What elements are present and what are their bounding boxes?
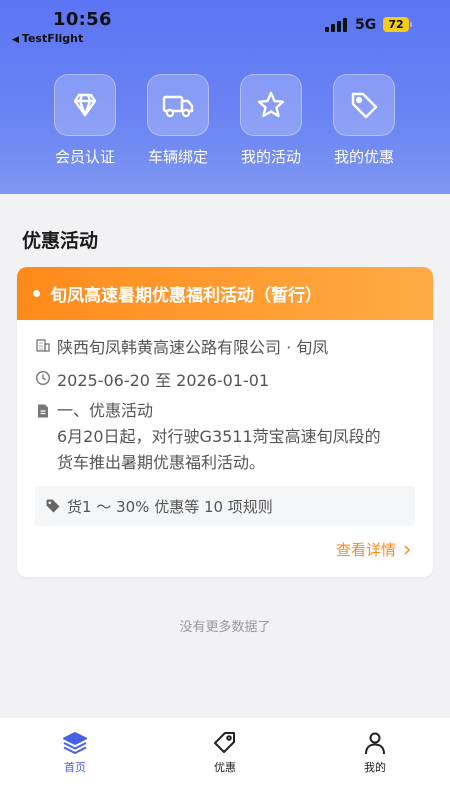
quick-action-membership[interactable]: 会员认证	[40, 74, 130, 167]
building-icon	[36, 339, 50, 352]
tab-label: 首页	[64, 761, 86, 774]
description-line: 一、优惠活动	[57, 401, 154, 420]
no-more-data: 没有更多数据了	[179, 620, 271, 635]
description-line: 货车推出暑期优惠福利活动。	[57, 453, 266, 472]
promotion-title: 旬凤高速暑期优惠福利活动（暂行）	[50, 286, 322, 306]
back-arrow-icon: ◀	[12, 35, 19, 45]
rules-summary: 货1 ～ 30% 优惠等 10 项规则	[35, 486, 415, 526]
quick-action-label: 车辆绑定	[147, 148, 208, 166]
tag-icon	[175, 730, 275, 756]
tab-label: 我的	[364, 761, 386, 774]
description-row: 一、优惠活动 6月20日起，对行驶G3511菏宝高速旬凤段的 货车推出暑期优惠福…	[35, 398, 381, 476]
section-title: 优惠活动	[22, 230, 99, 252]
date-range: 2025-06-20 至 2026-01-01	[57, 371, 270, 390]
company-row: 陕西旬凤韩黄高速公路有限公司 · 旬凤	[35, 334, 328, 358]
view-details-label: 查看详情	[335, 541, 396, 559]
person-icon	[325, 730, 425, 756]
truck-icon	[147, 74, 209, 136]
tag-icon	[333, 74, 395, 136]
tag-icon	[46, 499, 60, 513]
tab-label: 优惠	[214, 761, 236, 774]
battery-icon: 72	[383, 17, 409, 32]
tab-home[interactable]: 首页	[25, 730, 125, 775]
bullet-dot	[33, 290, 40, 297]
battery-tip	[410, 22, 412, 27]
quick-action-my-activities[interactable]: 我的活动	[226, 74, 316, 167]
back-app-label: TestFlight	[21, 32, 84, 45]
signal-icon	[325, 18, 347, 32]
company-name: 陕西旬凤韩黄高速公路有限公司 · 旬凤	[57, 338, 329, 357]
layers-icon	[25, 730, 125, 756]
tab-coupons[interactable]: 优惠	[175, 730, 275, 775]
document-icon	[38, 404, 48, 418]
clock-icon	[35, 370, 51, 386]
view-details-link[interactable]: 查看详情	[336, 539, 413, 560]
status-time: 10:56	[53, 9, 112, 30]
tab-bar: 首页 优惠 我的	[0, 718, 450, 800]
rules-text: 货1 ～ 30% 优惠等 10 项规则	[67, 497, 273, 516]
header-banner: 10:56 ◀ TestFlight 5G 72 会员认证 车辆绑定 我的活动 我…	[0, 0, 450, 194]
quick-action-label: 我的优惠	[333, 148, 394, 166]
quick-action-label: 会员认证	[54, 148, 115, 166]
star-icon	[240, 74, 302, 136]
promotion-card[interactable]: 旬凤高速暑期优惠福利活动（暂行） 陕西旬凤韩黄高速公路有限公司 · 旬凤 202…	[17, 267, 433, 577]
date-row: 2025-06-20 至 2026-01-01	[35, 367, 269, 391]
status-bar: 10:56 ◀ TestFlight 5G 72	[0, 0, 450, 50]
quick-action-my-coupons[interactable]: 我的优惠	[319, 74, 409, 167]
description-line: 6月20日起，对行驶G3511菏宝高速旬凤段的	[57, 427, 381, 446]
description-text: 一、优惠活动 6月20日起，对行驶G3511菏宝高速旬凤段的 货车推出暑期优惠福…	[57, 398, 381, 476]
back-to-app-link[interactable]: ◀ TestFlight	[12, 32, 83, 45]
network-label: 5G	[355, 17, 377, 33]
tab-mine[interactable]: 我的	[325, 730, 425, 775]
chevron-right-icon	[404, 544, 411, 555]
quick-action-label: 我的活动	[240, 148, 301, 166]
quick-action-vehicle-binding[interactable]: 车辆绑定	[133, 74, 223, 167]
promotion-card-header: 旬凤高速暑期优惠福利活动（暂行）	[17, 267, 433, 320]
diamond-icon	[54, 74, 116, 136]
